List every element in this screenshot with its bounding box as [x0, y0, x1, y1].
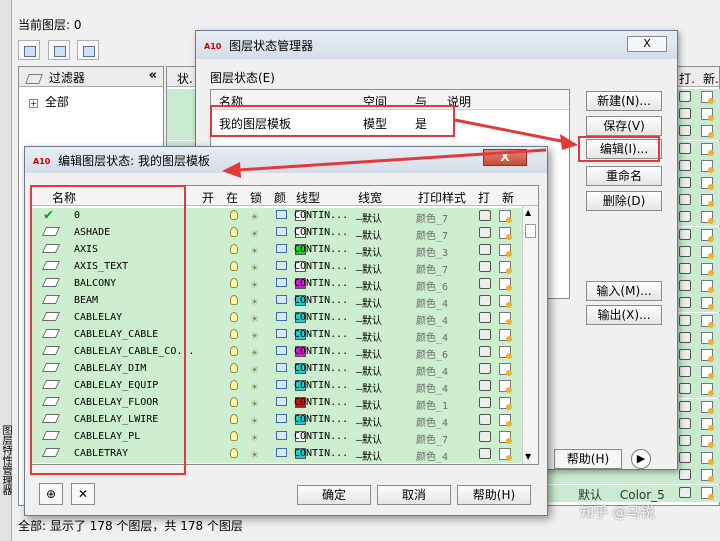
arrow-to-edit-button — [454, 118, 578, 150]
annotation-arrows — [222, 118, 578, 178]
arrow-to-edit-dialog — [222, 148, 547, 178]
watermark-text: 知乎 @马锐 — [580, 505, 655, 521]
